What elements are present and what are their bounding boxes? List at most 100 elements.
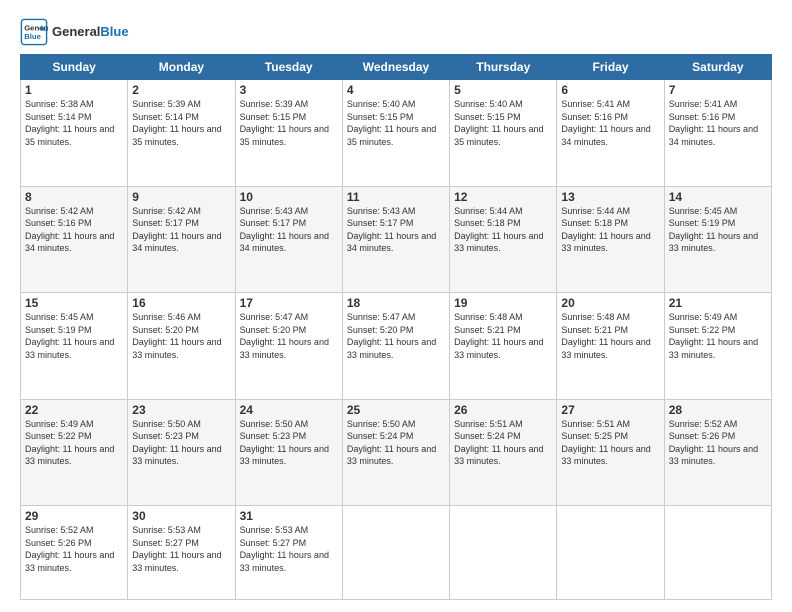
day-number: 15 <box>25 296 123 310</box>
day-number: 21 <box>669 296 767 310</box>
weekday-header: Thursday <box>450 55 557 80</box>
logo: General Blue GeneralBlue <box>20 18 129 46</box>
day-number: 31 <box>240 509 338 523</box>
day-info: Sunrise: 5:40 AMSunset: 5:15 PMDaylight:… <box>347 99 436 147</box>
day-info: Sunrise: 5:41 AMSunset: 5:16 PMDaylight:… <box>561 99 650 147</box>
calendar-day-cell: 6 Sunrise: 5:41 AMSunset: 5:16 PMDayligh… <box>557 80 664 187</box>
day-info: Sunrise: 5:43 AMSunset: 5:17 PMDaylight:… <box>347 206 436 254</box>
calendar-day-cell: 16 Sunrise: 5:46 AMSunset: 5:20 PMDaylig… <box>128 293 235 400</box>
calendar-day-cell: 28 Sunrise: 5:52 AMSunset: 5:26 PMDaylig… <box>664 399 771 506</box>
day-info: Sunrise: 5:51 AMSunset: 5:25 PMDaylight:… <box>561 419 650 467</box>
day-info: Sunrise: 5:47 AMSunset: 5:20 PMDaylight:… <box>240 312 329 360</box>
calendar-day-cell: 14 Sunrise: 5:45 AMSunset: 5:19 PMDaylig… <box>664 186 771 293</box>
day-info: Sunrise: 5:48 AMSunset: 5:21 PMDaylight:… <box>561 312 650 360</box>
day-number: 12 <box>454 190 552 204</box>
calendar-day-cell: 10 Sunrise: 5:43 AMSunset: 5:17 PMDaylig… <box>235 186 342 293</box>
day-number: 13 <box>561 190 659 204</box>
day-info: Sunrise: 5:52 AMSunset: 5:26 PMDaylight:… <box>669 419 758 467</box>
day-info: Sunrise: 5:48 AMSunset: 5:21 PMDaylight:… <box>454 312 543 360</box>
day-info: Sunrise: 5:53 AMSunset: 5:27 PMDaylight:… <box>132 525 221 573</box>
day-info: Sunrise: 5:46 AMSunset: 5:20 PMDaylight:… <box>132 312 221 360</box>
day-info: Sunrise: 5:38 AMSunset: 5:14 PMDaylight:… <box>25 99 114 147</box>
day-number: 2 <box>132 83 230 97</box>
day-info: Sunrise: 5:47 AMSunset: 5:20 PMDaylight:… <box>347 312 436 360</box>
day-info: Sunrise: 5:42 AMSunset: 5:16 PMDaylight:… <box>25 206 114 254</box>
calendar-day-cell: 9 Sunrise: 5:42 AMSunset: 5:17 PMDayligh… <box>128 186 235 293</box>
day-info: Sunrise: 5:49 AMSunset: 5:22 PMDaylight:… <box>25 419 114 467</box>
calendar-day-cell: 19 Sunrise: 5:48 AMSunset: 5:21 PMDaylig… <box>450 293 557 400</box>
day-number: 9 <box>132 190 230 204</box>
weekday-header: Tuesday <box>235 55 342 80</box>
day-number: 14 <box>669 190 767 204</box>
calendar-day-cell: 11 Sunrise: 5:43 AMSunset: 5:17 PMDaylig… <box>342 186 449 293</box>
weekday-header: Friday <box>557 55 664 80</box>
calendar-day-cell: 23 Sunrise: 5:50 AMSunset: 5:23 PMDaylig… <box>128 399 235 506</box>
day-number: 24 <box>240 403 338 417</box>
calendar-week-row: 22 Sunrise: 5:49 AMSunset: 5:22 PMDaylig… <box>21 399 772 506</box>
day-number: 30 <box>132 509 230 523</box>
day-number: 17 <box>240 296 338 310</box>
calendar: SundayMondayTuesdayWednesdayThursdayFrid… <box>20 54 772 600</box>
day-info: Sunrise: 5:39 AMSunset: 5:15 PMDaylight:… <box>240 99 329 147</box>
day-info: Sunrise: 5:45 AMSunset: 5:19 PMDaylight:… <box>669 206 758 254</box>
day-number: 25 <box>347 403 445 417</box>
day-info: Sunrise: 5:53 AMSunset: 5:27 PMDaylight:… <box>240 525 329 573</box>
calendar-day-cell: 27 Sunrise: 5:51 AMSunset: 5:25 PMDaylig… <box>557 399 664 506</box>
day-number: 23 <box>132 403 230 417</box>
calendar-week-row: 29 Sunrise: 5:52 AMSunset: 5:26 PMDaylig… <box>21 506 772 600</box>
svg-text:General: General <box>24 24 48 33</box>
calendar-day-cell: 5 Sunrise: 5:40 AMSunset: 5:15 PMDayligh… <box>450 80 557 187</box>
calendar-day-cell: 4 Sunrise: 5:40 AMSunset: 5:15 PMDayligh… <box>342 80 449 187</box>
day-info: Sunrise: 5:41 AMSunset: 5:16 PMDaylight:… <box>669 99 758 147</box>
day-number: 27 <box>561 403 659 417</box>
day-number: 1 <box>25 83 123 97</box>
day-number: 8 <box>25 190 123 204</box>
day-info: Sunrise: 5:40 AMSunset: 5:15 PMDaylight:… <box>454 99 543 147</box>
weekday-header: Wednesday <box>342 55 449 80</box>
calendar-day-cell: 15 Sunrise: 5:45 AMSunset: 5:19 PMDaylig… <box>21 293 128 400</box>
weekday-header: Saturday <box>664 55 771 80</box>
calendar-week-row: 1 Sunrise: 5:38 AMSunset: 5:14 PMDayligh… <box>21 80 772 187</box>
day-info: Sunrise: 5:39 AMSunset: 5:14 PMDaylight:… <box>132 99 221 147</box>
header: General Blue GeneralBlue <box>20 18 772 46</box>
weekday-header-row: SundayMondayTuesdayWednesdayThursdayFrid… <box>21 55 772 80</box>
day-number: 22 <box>25 403 123 417</box>
day-number: 3 <box>240 83 338 97</box>
calendar-day-cell: 30 Sunrise: 5:53 AMSunset: 5:27 PMDaylig… <box>128 506 235 600</box>
calendar-day-cell: 18 Sunrise: 5:47 AMSunset: 5:20 PMDaylig… <box>342 293 449 400</box>
calendar-day-cell <box>557 506 664 600</box>
calendar-day-cell: 2 Sunrise: 5:39 AMSunset: 5:14 PMDayligh… <box>128 80 235 187</box>
day-info: Sunrise: 5:51 AMSunset: 5:24 PMDaylight:… <box>454 419 543 467</box>
day-number: 16 <box>132 296 230 310</box>
day-info: Sunrise: 5:49 AMSunset: 5:22 PMDaylight:… <box>669 312 758 360</box>
logo-text: GeneralBlue <box>52 24 129 40</box>
calendar-day-cell: 29 Sunrise: 5:52 AMSunset: 5:26 PMDaylig… <box>21 506 128 600</box>
day-number: 11 <box>347 190 445 204</box>
day-number: 5 <box>454 83 552 97</box>
calendar-day-cell: 7 Sunrise: 5:41 AMSunset: 5:16 PMDayligh… <box>664 80 771 187</box>
day-number: 18 <box>347 296 445 310</box>
day-info: Sunrise: 5:50 AMSunset: 5:24 PMDaylight:… <box>347 419 436 467</box>
calendar-day-cell <box>664 506 771 600</box>
calendar-day-cell: 20 Sunrise: 5:48 AMSunset: 5:21 PMDaylig… <box>557 293 664 400</box>
calendar-week-row: 15 Sunrise: 5:45 AMSunset: 5:19 PMDaylig… <box>21 293 772 400</box>
calendar-day-cell: 25 Sunrise: 5:50 AMSunset: 5:24 PMDaylig… <box>342 399 449 506</box>
day-number: 6 <box>561 83 659 97</box>
day-number: 29 <box>25 509 123 523</box>
calendar-day-cell: 3 Sunrise: 5:39 AMSunset: 5:15 PMDayligh… <box>235 80 342 187</box>
weekday-header: Monday <box>128 55 235 80</box>
day-info: Sunrise: 5:43 AMSunset: 5:17 PMDaylight:… <box>240 206 329 254</box>
calendar-day-cell: 21 Sunrise: 5:49 AMSunset: 5:22 PMDaylig… <box>664 293 771 400</box>
weekday-header: Sunday <box>21 55 128 80</box>
calendar-day-cell: 22 Sunrise: 5:49 AMSunset: 5:22 PMDaylig… <box>21 399 128 506</box>
day-info: Sunrise: 5:50 AMSunset: 5:23 PMDaylight:… <box>240 419 329 467</box>
day-number: 4 <box>347 83 445 97</box>
day-info: Sunrise: 5:44 AMSunset: 5:18 PMDaylight:… <box>454 206 543 254</box>
calendar-day-cell: 26 Sunrise: 5:51 AMSunset: 5:24 PMDaylig… <box>450 399 557 506</box>
day-number: 7 <box>669 83 767 97</box>
day-info: Sunrise: 5:42 AMSunset: 5:17 PMDaylight:… <box>132 206 221 254</box>
calendar-day-cell: 13 Sunrise: 5:44 AMSunset: 5:18 PMDaylig… <box>557 186 664 293</box>
day-number: 26 <box>454 403 552 417</box>
calendar-day-cell: 12 Sunrise: 5:44 AMSunset: 5:18 PMDaylig… <box>450 186 557 293</box>
calendar-day-cell: 24 Sunrise: 5:50 AMSunset: 5:23 PMDaylig… <box>235 399 342 506</box>
